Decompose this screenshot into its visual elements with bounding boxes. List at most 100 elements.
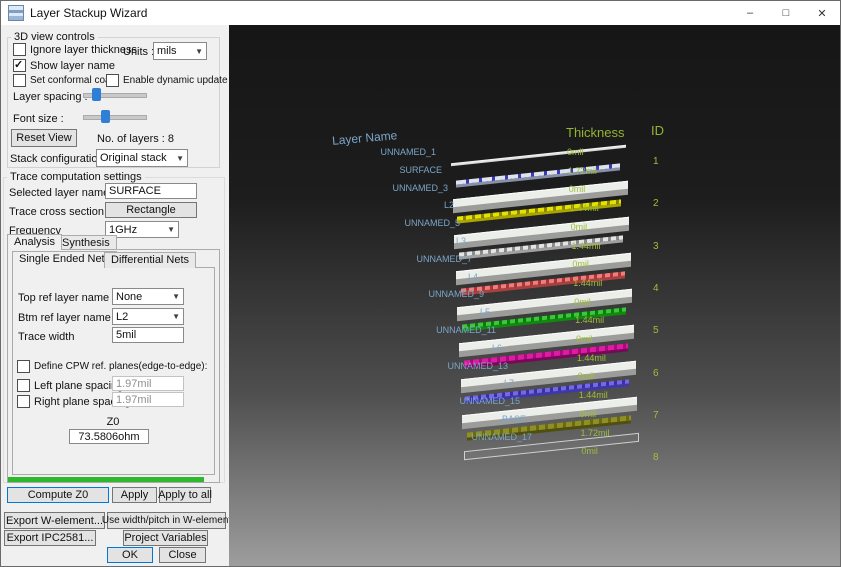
layer-id-label: 8 <box>653 452 659 463</box>
ignore-layer-thickness-checkbox[interactable]: Ignore layer thickness <box>13 43 137 56</box>
layer-thickness-label: 0mil <box>567 147 584 157</box>
chevron-down-icon: ▼ <box>195 47 203 56</box>
layer-name-header: Layer Name <box>332 128 398 148</box>
minimize-button[interactable]: – <box>732 1 768 25</box>
left-plane-spacing-input[interactable]: 1.97mil <box>112 376 184 391</box>
selected-layer-input[interactable]: SURFACE <box>105 183 197 199</box>
layer-id-label: 4 <box>653 283 659 294</box>
layer-name-label: UNNAMED_7 <box>269 254 472 264</box>
layer-name-label: L2 <box>269 200 454 210</box>
tab-single-ended-nets[interactable]: Single Ended Nets <box>12 251 117 268</box>
cross-section-button[interactable]: Rectangle <box>105 202 197 218</box>
btm-ref-label: Btm ref layer name <box>18 312 111 324</box>
layer-thickness-label: 0mil <box>576 334 593 344</box>
units-value: mils <box>157 45 177 57</box>
num-layers-text: No. of layers : 8 <box>97 133 174 145</box>
trace-width-label: Trace width <box>18 331 74 343</box>
enable-dynamic-update-label: Enable dynamic update <box>123 75 228 86</box>
checkbox-box <box>106 74 119 87</box>
layer-thickness-label: 0mil <box>571 222 588 232</box>
tab-analysis[interactable]: Analysis <box>7 234 62 250</box>
chevron-down-icon: ▼ <box>172 292 180 301</box>
checkbox-box <box>13 43 26 56</box>
window-title: Layer Stackup Wizard <box>30 6 147 20</box>
use-width-pitch-button[interactable]: Use width/pitch in W-element <box>107 512 226 529</box>
font-size-label: Font size : <box>13 113 64 125</box>
ignore-layer-thickness-label: Ignore layer thickness <box>30 44 137 56</box>
project-variables-button[interactable]: Project Variables <box>123 530 208 546</box>
export-ipc2581-button[interactable]: Export IPC2581... <box>4 530 96 546</box>
tab-differential-nets[interactable]: Differential Nets <box>104 252 196 268</box>
layer-name-label: L3 <box>269 236 466 246</box>
set-conformal-coat-label: Set conformal coat <box>30 75 113 86</box>
layer-name-label: UNNAMED_13 <box>269 361 508 371</box>
slider-thumb[interactable] <box>101 110 110 123</box>
layer-name-label: L4 <box>269 272 478 282</box>
layer-name-label: UNNAMED_5 <box>269 218 460 228</box>
maximize-button[interactable]: □ <box>768 1 804 25</box>
layer-name-label: UNNAMED_9 <box>269 289 484 299</box>
cross-section-label: Trace cross section <box>9 206 104 218</box>
checkbox-box <box>17 360 30 373</box>
frequency-value: 1GHz <box>109 224 137 236</box>
compute-progress-bar <box>8 477 204 482</box>
right-plane-spacing-input[interactable]: 1.97mil <box>112 392 184 407</box>
slider-thumb[interactable] <box>92 88 101 101</box>
layer-thickness-label: 1.44mil <box>579 390 608 400</box>
view-controls-group-title: 3D view controls <box>11 31 98 43</box>
chevron-down-icon: ▼ <box>167 225 175 234</box>
enable-dynamic-update-checkbox[interactable]: Enable dynamic update <box>106 74 228 87</box>
layer-name-label: SURFACE <box>269 165 442 175</box>
layer-name-label: UNNAMED_11 <box>269 325 496 335</box>
chevron-down-icon: ▼ <box>176 154 184 163</box>
compute-z0-button[interactable]: Compute Z0 <box>7 487 109 503</box>
layer-spacing-slider[interactable] <box>83 87 147 103</box>
stack-config-dropdown[interactable]: Original stack ▼ <box>96 149 188 167</box>
top-ref-dropdown[interactable]: None ▼ <box>112 288 184 305</box>
left-plane-spacing-label: Left plane spacing <box>34 380 123 392</box>
thickness-header: Thickness <box>566 125 625 140</box>
apply-to-all-button[interactable]: Apply to all <box>159 487 211 503</box>
layer-thickness-label: 0mil <box>580 409 597 419</box>
layer-id-label: 6 <box>653 368 659 379</box>
set-conformal-coat-checkbox[interactable]: Set conformal coat <box>13 74 113 87</box>
layer-id-label: 5 <box>653 325 659 336</box>
btm-ref-dropdown[interactable]: L2 ▼ <box>112 308 184 325</box>
layer-name-label: UNNAMED_17 <box>269 432 532 442</box>
layer-id-label: 2 <box>653 198 659 209</box>
layer-id-label: 7 <box>653 410 659 421</box>
app-icon <box>8 5 24 21</box>
viewport-3d[interactable]: Layer Name Thickness ID UNNAMED_10milSUR… <box>229 25 841 567</box>
title-bar[interactable]: Layer Stackup Wizard – □ ✕ <box>1 1 840 25</box>
left-plane-spacing-checkbox[interactable]: Left plane spacing <box>17 379 123 392</box>
layer-thickness-label: 1.72mil <box>568 166 597 176</box>
stack-config-label: Stack configuration: <box>10 153 107 165</box>
layer-id-label: 1 <box>653 156 659 167</box>
top-ref-value: None <box>116 291 142 303</box>
close-button[interactable]: ✕ <box>804 1 840 25</box>
slider-track <box>83 115 147 120</box>
close-button-dialog[interactable]: Close <box>159 547 206 563</box>
top-ref-label: Top ref layer name <box>18 292 109 304</box>
layer-name-label: UNNAMED_3 <box>269 183 448 193</box>
layer-name-label: BASE <box>269 414 526 424</box>
btm-ref-value: L2 <box>116 311 128 323</box>
checkbox-box <box>13 59 26 72</box>
trace-settings-group-title: Trace computation settings <box>7 171 145 183</box>
layer-thickness-label: 0mil <box>574 297 591 307</box>
show-layer-name-checkbox[interactable]: Show layer name <box>13 59 115 72</box>
layer-thickness-label: 1.44mil <box>577 353 606 363</box>
export-w-element-button[interactable]: Export W-element... <box>4 512 105 529</box>
font-size-slider[interactable] <box>83 109 147 125</box>
units-dropdown[interactable]: mils ▼ <box>153 42 207 60</box>
layer-name-label: L7 <box>269 378 514 388</box>
apply-button[interactable]: Apply <box>112 487 157 503</box>
trace-width-input[interactable]: 5mil <box>112 327 184 343</box>
cpw-ref-planes-checkbox[interactable]: Define CPW ref. planes(edge-to-edge): <box>17 360 207 373</box>
chevron-down-icon: ▼ <box>172 312 180 321</box>
reset-view-button[interactable]: Reset View <box>11 129 77 147</box>
tab-synthesis[interactable]: Synthesis <box>55 235 117 250</box>
layer-name-label: UNNAMED_15 <box>269 396 520 406</box>
ok-button[interactable]: OK <box>107 547 153 563</box>
layer-thickness-label: 1.44mil <box>572 241 601 251</box>
